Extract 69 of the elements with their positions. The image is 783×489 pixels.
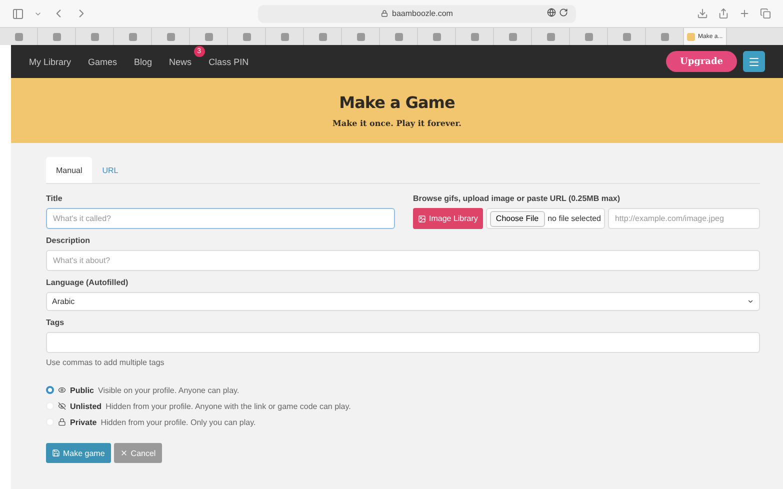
favicon-icon xyxy=(166,32,174,40)
upgrade-button[interactable]: Upgrade xyxy=(666,51,737,72)
translate-icon[interactable] xyxy=(547,8,556,16)
favicon-icon xyxy=(128,32,136,40)
favicon-icon xyxy=(204,32,212,40)
favicon-icon xyxy=(90,32,98,40)
address-bar[interactable]: baamboozle.com xyxy=(258,4,576,22)
tags-field[interactable] xyxy=(46,332,760,353)
field-label: Browse gifs, upload image or paste URL (0.25MB max) xyxy=(413,194,622,203)
help-text: Use commas to add multiple tags xyxy=(46,358,166,367)
favicon-icon xyxy=(508,32,516,40)
option-description: Visible on your profile. Anyone can play. xyxy=(98,386,240,394)
favicon-icon xyxy=(660,32,668,40)
lock-icon xyxy=(381,10,388,17)
favicon-icon xyxy=(687,32,695,40)
favicon-icon xyxy=(622,32,630,40)
lock-icon xyxy=(58,418,66,426)
caret-icon xyxy=(747,298,754,305)
banner-subtitle: Make it once. Play it forever. xyxy=(332,118,462,128)
option-description: Hidden from your profile. Only you can play. xyxy=(100,418,256,426)
description-field[interactable]: What's it about? xyxy=(46,250,760,271)
eye-icon xyxy=(58,386,66,394)
field-label: Language (Autofilled) xyxy=(46,278,130,287)
menu-icon xyxy=(748,56,760,68)
title-field[interactable]: What's it called? xyxy=(46,208,395,229)
file-status: no file selected xyxy=(548,214,601,223)
option-label: Private xyxy=(70,418,97,426)
favicon-icon xyxy=(280,32,288,40)
eye-off-icon xyxy=(58,402,66,410)
image-url-field[interactable]: http://example.com/image.jpeg xyxy=(608,208,760,229)
download-icon[interactable] xyxy=(697,8,708,19)
favicon-icon xyxy=(14,32,22,40)
favicon-icon xyxy=(52,32,60,40)
close-icon xyxy=(120,449,128,457)
option-label: Unlisted xyxy=(70,402,102,410)
favicon-icon xyxy=(356,32,364,40)
field-label: Tags xyxy=(46,318,66,327)
field-label: Description xyxy=(46,236,92,245)
url-text: baamboozle.com xyxy=(392,9,453,18)
nav-link[interactable]: Games xyxy=(88,56,118,66)
nav-link[interactable]: Class PIN xyxy=(208,56,249,66)
form-tab[interactable]: Manual xyxy=(46,157,92,183)
file-picker[interactable]: Choose File no file selected xyxy=(486,208,605,229)
radio-button[interactable] xyxy=(46,386,54,394)
choose-file-button[interactable]: Choose File xyxy=(490,210,545,226)
tabs-icon[interactable] xyxy=(760,8,771,19)
language-select[interactable]: Arabic xyxy=(46,292,760,311)
menu-button[interactable] xyxy=(743,51,765,72)
make-game-button[interactable]: Make game xyxy=(46,443,111,463)
share-icon[interactable] xyxy=(718,8,729,19)
save-icon xyxy=(52,449,60,457)
banner-title: Make a Game xyxy=(339,93,455,112)
reload-icon[interactable] xyxy=(559,8,568,16)
image-library-button[interactable]: Image Library xyxy=(413,208,483,229)
favicon-icon xyxy=(394,32,402,40)
favicon-icon xyxy=(432,32,440,40)
nav-link[interactable]: Blog xyxy=(134,56,152,66)
image-icon xyxy=(418,214,426,222)
favicon-icon xyxy=(546,32,554,40)
favicon-icon xyxy=(318,32,326,40)
sidebar-icon[interactable] xyxy=(12,8,24,20)
favicon-icon xyxy=(584,32,592,40)
option-label: Public xyxy=(70,386,94,394)
new-tab-icon[interactable] xyxy=(739,8,750,19)
nav-link[interactable]: My Library xyxy=(29,56,72,66)
favicon-icon xyxy=(242,32,250,40)
field-label: Title xyxy=(46,194,64,203)
option-description: Hidden from your profile. Anyone with the link or game code can play. xyxy=(106,402,351,410)
favicon-icon xyxy=(470,32,478,40)
